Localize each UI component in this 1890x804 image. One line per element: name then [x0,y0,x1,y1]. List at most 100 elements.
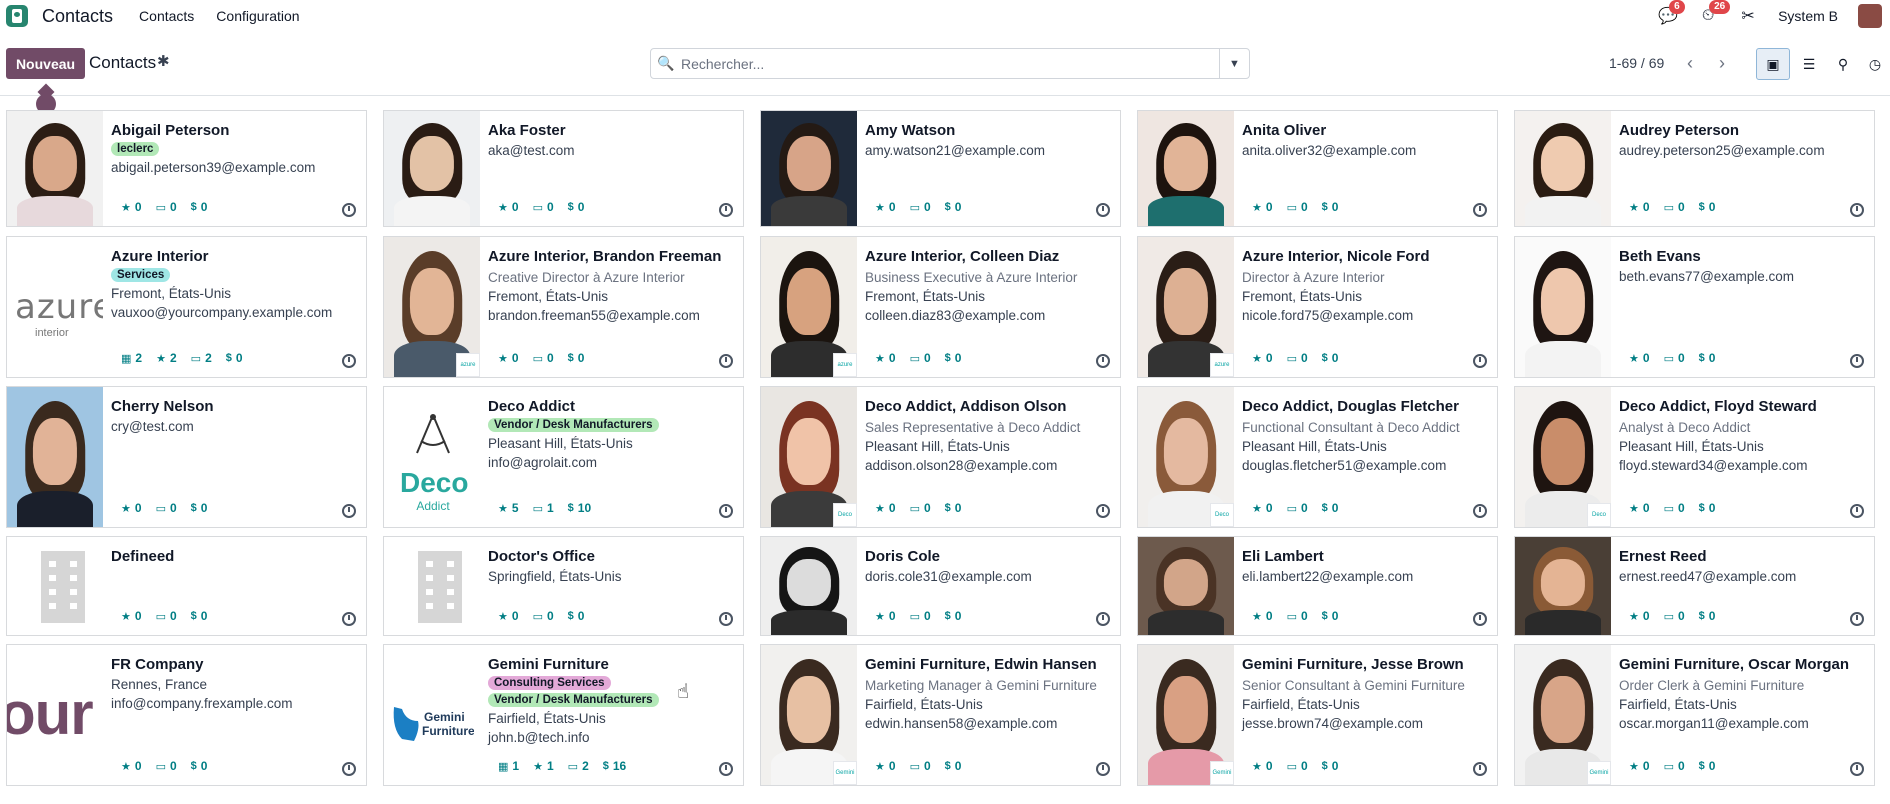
activity-clock-icon[interactable] [342,762,356,776]
stat-card[interactable]: ▭ 1 [533,501,554,515]
contact-image[interactable]: our [7,645,103,785]
activity-clock-icon[interactable] [1096,762,1110,776]
user-avatar[interactable] [1858,4,1882,28]
activity-clock-icon[interactable] [1473,504,1487,518]
contact-image[interactable]: Gemini [761,645,857,785]
stat-card[interactable]: ▭ 0 [910,351,931,365]
stat-dollar[interactable]: $0 [1322,200,1339,214]
contact-card-abigail-peterson[interactable]: Abigail Peterson leclerc abigail.peterson3… [6,110,367,227]
contact-image[interactable] [1138,111,1234,226]
stat-star[interactable]: ★ 0 [121,501,142,515]
activity-clock-icon[interactable] [719,504,733,518]
contact-image[interactable]: Gemini Furniture [384,645,480,785]
contact-image[interactable] [7,111,103,226]
user-menu[interactable]: System B [1778,8,1838,24]
stat-card[interactable]: ▭ 0 [156,609,177,623]
search-input[interactable] [681,55,1219,72]
activity-clock-icon[interactable] [719,762,733,776]
contact-image[interactable]: azure [761,237,857,377]
contact-card-deco-addict-addison-olson[interactable]: Deco Deco Addict, Addison Olson Sales Repr… [760,386,1121,528]
stat-card[interactable]: ▭ 0 [910,759,931,773]
contact-image[interactable]: Gemini [1515,645,1611,785]
stat-star[interactable]: ★ 2 [156,351,177,365]
stat-card[interactable]: ▭ 0 [1287,501,1308,515]
activity-clock-icon[interactable] [342,504,356,518]
contact-card-gemini-furniture-edwin-hansen[interactable]: Gemini Gemini Furniture, Edwin Hansen Mark… [760,644,1121,786]
stat-dollar[interactable]: $16 [603,759,626,773]
stat-dollar[interactable]: $0 [1699,501,1716,515]
stat-star[interactable]: ★ 0 [121,759,142,773]
activity-clock-icon[interactable] [1850,354,1864,368]
activity-clock-icon[interactable] [1850,203,1864,217]
contact-card-gemini-furniture-oscar-morgan[interactable]: Gemini Gemini Furniture, Oscar Morgan Orde… [1514,644,1875,786]
stat-dollar[interactable]: $0 [945,200,962,214]
stat-calendar[interactable]: ▦ 1 [498,759,519,773]
stat-dollar[interactable]: $0 [945,759,962,773]
stat-dollar[interactable]: $0 [226,351,243,365]
stat-dollar[interactable]: $0 [191,609,208,623]
activity-clock-icon[interactable] [1473,203,1487,217]
stat-card[interactable]: ▭ 0 [1287,351,1308,365]
contact-image[interactable]: azure [384,237,480,377]
stat-card[interactable]: ▭ 0 [1664,351,1685,365]
stat-dollar[interactable]: $0 [1699,351,1716,365]
stat-card[interactable]: ▭ 0 [1287,759,1308,773]
stat-card[interactable]: ▭ 0 [910,501,931,515]
stat-card[interactable]: ▭ 0 [1664,200,1685,214]
activity-clock-icon[interactable] [1096,203,1110,217]
contact-card-deco-addict-floyd-steward[interactable]: Deco Deco Addict, Floyd Steward Analyst à … [1514,386,1875,528]
stat-dollar[interactable]: $0 [1699,200,1716,214]
contact-card-azure-interior[interactable]: azureinterior Azure Interior Services Fremo… [6,236,367,378]
debug-tools-icon[interactable]: ✂ [1738,6,1758,26]
menu-contacts[interactable]: Contacts [139,8,194,24]
stat-dollar[interactable]: $0 [191,759,208,773]
stat-card[interactable]: ▭ 2 [568,759,589,773]
stat-card[interactable]: ▭ 2 [191,351,212,365]
stat-card[interactable]: ▭ 0 [910,609,931,623]
messages-icon[interactable]: 💬 6 [1658,0,1685,26]
activity-clock-icon[interactable] [1850,762,1864,776]
stat-dollar[interactable]: $0 [568,200,585,214]
stat-dollar[interactable]: $0 [1322,609,1339,623]
contact-image[interactable] [1515,237,1611,377]
stat-card[interactable]: ▭ 0 [156,200,177,214]
stat-star[interactable]: ★ 0 [1252,351,1273,365]
activity-clock-icon[interactable] [342,612,356,626]
stat-card[interactable]: ▭ 0 [533,200,554,214]
stat-star[interactable]: ★ 0 [875,501,896,515]
contact-image[interactable] [1515,111,1611,226]
contact-card-audrey-peterson[interactable]: Audrey Peterson audrey.peterson25@example… [1514,110,1875,227]
contact-image[interactable] [761,111,857,226]
stat-dollar[interactable]: $0 [568,609,585,623]
contact-card-aka-foster[interactable]: Aka Foster aka@test.com ★ 0 ▭ 0 $0 [383,110,744,227]
pager-next-icon[interactable]: › [1710,50,1734,76]
stat-star[interactable]: ★ 0 [1252,501,1273,515]
stat-star[interactable]: ★ 0 [1252,609,1273,623]
contact-image[interactable] [384,111,480,226]
menu-configuration[interactable]: Configuration [216,8,299,24]
stat-card[interactable]: ▭ 0 [1664,501,1685,515]
stat-dollar[interactable]: $10 [568,501,591,515]
search-options-toggle[interactable]: ▼ [1219,49,1249,78]
stat-star[interactable]: ★ 0 [875,759,896,773]
stat-star[interactable]: ★ 0 [121,609,142,623]
stat-card[interactable]: ▭ 0 [533,351,554,365]
contact-image[interactable] [1138,537,1234,635]
stat-dollar[interactable]: $0 [1322,501,1339,515]
stat-card[interactable]: ▭ 0 [910,200,931,214]
activity-clock-icon[interactable] [719,354,733,368]
stat-dollar[interactable]: $0 [1322,759,1339,773]
contact-card-deco-addict-douglas-fletcher[interactable]: Deco Deco Addict, Douglas Fletcher Functio… [1137,386,1498,528]
activity-clock-icon[interactable] [342,354,356,368]
app-name[interactable]: Contacts [42,6,113,27]
stat-dollar[interactable]: $0 [945,501,962,515]
stat-dollar[interactable]: $0 [1322,351,1339,365]
stat-star[interactable]: ★ 0 [875,200,896,214]
stat-dollar[interactable]: $0 [945,351,962,365]
stat-dollar[interactable]: $0 [945,609,962,623]
contact-card-defineed[interactable]: Defineed ★ 0 ▭ 0 $0 [6,536,367,636]
stat-star[interactable]: ★ 5 [498,501,519,515]
contact-image[interactable]: Gemini [1138,645,1234,785]
stat-star[interactable]: ★ 0 [1629,501,1650,515]
stat-star[interactable]: ★ 0 [121,200,142,214]
